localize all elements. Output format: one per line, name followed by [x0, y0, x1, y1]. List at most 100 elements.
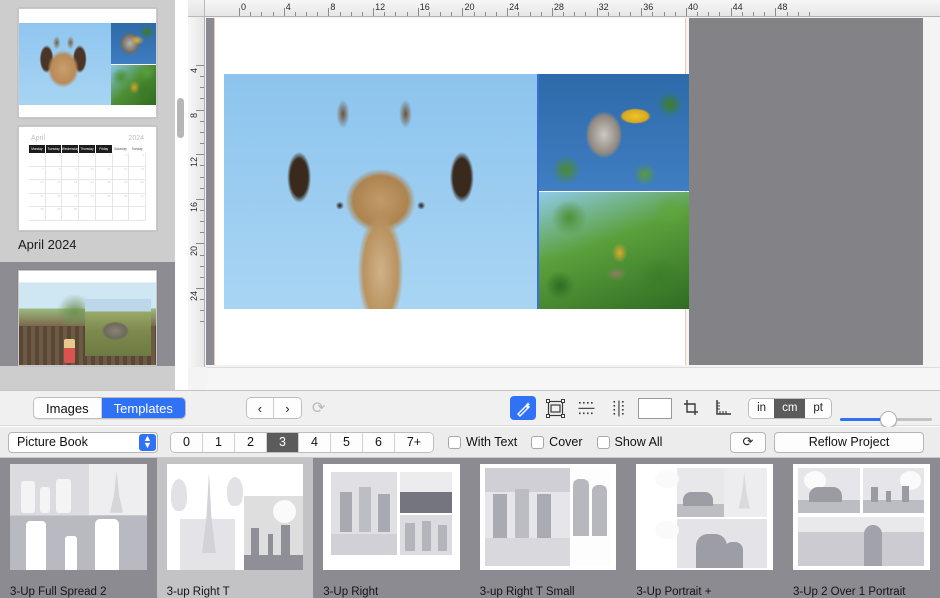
- canvas-surface[interactable]: [206, 18, 940, 366]
- with-text-checkbox[interactable]: [448, 435, 461, 449]
- crop-icon[interactable]: [678, 396, 704, 420]
- calendar-day-cell[interactable]: 11: [95, 166, 113, 181]
- calendar-day-cell[interactable]: [79, 207, 96, 221]
- count-0[interactable]: 0: [171, 432, 203, 452]
- calendar-day-cell[interactable]: 6: [129, 153, 146, 167]
- page-thumb-spread-3[interactable]: [0, 262, 175, 366]
- page-spread[interactable]: [214, 18, 695, 365]
- ruler-minor-tick: [200, 321, 204, 323]
- calendar-day-cell[interactable]: 1: [45, 153, 63, 167]
- template-item-5[interactable]: 3-Up 2 Over 1 Portrait: [783, 458, 940, 598]
- thumb-photo-hornbill: [110, 23, 156, 65]
- category-dropdown[interactable]: Picture Book ▲ ▼: [8, 431, 158, 453]
- count-6[interactable]: 6: [363, 432, 395, 452]
- editor-toolbar[interactable]: Images Templates ‹ › ⟳ in cm pt: [0, 390, 940, 438]
- photo-giraffe[interactable]: [224, 74, 537, 309]
- checkbox-cover[interactable]: Cover: [531, 435, 583, 449]
- count-2[interactable]: 2: [235, 432, 267, 452]
- calendar-day-cell[interactable]: 9: [62, 166, 80, 181]
- calendar-day-cell[interactable]: 15: [45, 180, 63, 194]
- count-1[interactable]: 1: [203, 432, 235, 452]
- calendar-day-cell[interactable]: 2: [62, 153, 80, 167]
- photo-count-filter-group[interactable]: 0 1 2 3 4 5 6 7+: [170, 431, 434, 453]
- page-thumbnail-sidebar[interactable]: April 2024 Monday Tuesday Wednesday Thur…: [0, 0, 175, 390]
- cover-checkbox[interactable]: [531, 435, 545, 449]
- zoom-slider-knob[interactable]: [880, 411, 897, 428]
- calendar-day-cell[interactable]: 23: [62, 193, 80, 208]
- prev-page-button[interactable]: ‹: [246, 398, 274, 418]
- calendar-day-cell[interactable]: 17: [79, 180, 96, 194]
- calendar-day-cell[interactable]: 24: [79, 193, 96, 208]
- unit-in[interactable]: in: [749, 398, 775, 418]
- reflow-project-button[interactable]: Reflow Project: [774, 431, 924, 453]
- calendar-day-cell[interactable]: 16: [62, 180, 80, 194]
- calendar-day-cell[interactable]: 5: [112, 153, 130, 167]
- photo-bird-in-tree[interactable]: [538, 192, 695, 309]
- calendar-day-cell[interactable]: 29: [45, 207, 63, 221]
- calendar-day-cell[interactable]: 18: [95, 180, 113, 194]
- calendar-day-cell[interactable]: 30: [62, 207, 80, 221]
- page-thumb-spread-1[interactable]: [0, 0, 175, 118]
- count-7plus[interactable]: 7+: [395, 432, 433, 452]
- calendar-day-cell[interactable]: 20: [129, 180, 146, 194]
- calendar-day-cell[interactable]: 7: [29, 166, 46, 181]
- checkbox-with-text[interactable]: With Text: [448, 435, 517, 449]
- source-tab-group[interactable]: Images Templates: [33, 397, 186, 419]
- template-item-2[interactable]: 3-Up Right: [313, 458, 470, 598]
- calendar-day-cell[interactable]: 3: [79, 153, 96, 167]
- ruler-minor-tick: [200, 276, 204, 278]
- page-thumb-calendar[interactable]: April 2024 Monday Tuesday Wednesday Thur…: [0, 118, 175, 262]
- canvas-horizontal-scrollbar[interactable]: [206, 367, 940, 390]
- calendar-day-cell[interactable]: 13: [129, 166, 146, 181]
- photo-hornbill[interactable]: [538, 74, 695, 191]
- calendar-day-cell[interactable]: 19: [112, 180, 130, 194]
- calendar-day-cell[interactable]: 10: [79, 166, 96, 181]
- calendar-day-cell[interactable]: 28: [29, 207, 46, 221]
- frame-select-icon[interactable]: [542, 396, 568, 420]
- template-item-3[interactable]: 3-up Right T Small: [470, 458, 627, 598]
- horizontal-ruler[interactable]: 0 4 8 12 16 20 24 28 32 36 40 44 48: [205, 0, 940, 17]
- unit-toggle-group[interactable]: in cm pt: [748, 397, 832, 419]
- count-3[interactable]: 3: [267, 432, 299, 452]
- calendar-day-cell[interactable]: 25: [95, 193, 113, 208]
- ruler-minor-tick: [708, 12, 710, 16]
- calendar-day-cell[interactable]: 4: [95, 153, 113, 167]
- ruler-icon[interactable]: [710, 396, 736, 420]
- chevron-updown-icon[interactable]: ▲ ▼: [139, 433, 156, 451]
- calendar-day-cell[interactable]: [129, 207, 146, 221]
- horizontal-distribute-icon[interactable]: [574, 396, 600, 420]
- template-item-0[interactable]: 3-Up Full Spread 2: [0, 458, 157, 598]
- magic-wand-icon[interactable]: [510, 396, 537, 420]
- count-5[interactable]: 5: [331, 432, 363, 452]
- calendar-day-cell[interactable]: 27: [129, 193, 146, 208]
- calendar-day-cell[interactable]: 26: [112, 193, 130, 208]
- calendar-day-cell[interactable]: [112, 207, 130, 221]
- template-item-1[interactable]: 3-up Right T: [156, 458, 314, 598]
- template-browser-strip[interactable]: 3-Up Full Spread 2 3-up Right T 3-Up Rig…: [0, 458, 940, 598]
- sidebar-scrollbar-thumb[interactable]: [177, 98, 184, 138]
- refresh-templates-button[interactable]: ⟳: [730, 431, 766, 453]
- next-page-button[interactable]: ›: [273, 398, 301, 418]
- calendar-day-cell[interactable]: [95, 207, 113, 221]
- vertical-distribute-icon[interactable]: [606, 396, 632, 420]
- vertical-ruler[interactable]: 4 8 12 16 20 24: [188, 17, 205, 367]
- template-item-4[interactable]: 3-Up Portrait +: [626, 458, 783, 598]
- canvas-editor[interactable]: 0 4 8 12 16 20 24 28 32 36 40 44 48 4 8 12 16 20 24: [188, 0, 940, 390]
- tab-templates[interactable]: Templates: [101, 398, 185, 418]
- calendar-day-cell[interactable]: 8: [45, 166, 63, 181]
- calendar-day-cell[interactable]: 21: [29, 193, 46, 208]
- tab-images[interactable]: Images: [34, 398, 102, 418]
- calendar-day-cell[interactable]: 14: [29, 180, 46, 194]
- unit-cm[interactable]: cm: [774, 398, 806, 418]
- show-all-checkbox[interactable]: [596, 435, 610, 449]
- calendar-day-cell[interactable]: 12: [112, 166, 130, 181]
- color-swatch[interactable]: [638, 397, 673, 419]
- count-4[interactable]: 4: [299, 432, 331, 452]
- page-nav-group[interactable]: ‹ ›: [245, 397, 302, 419]
- calendar-day-cell[interactable]: 22: [45, 193, 63, 208]
- unit-pt[interactable]: pt: [805, 398, 831, 418]
- template-filter-bar[interactable]: Picture Book ▲ ▼ 0 1 2 3 4 5 6 7+ With Te…: [0, 427, 940, 458]
- calendar-day-cell[interactable]: [29, 153, 46, 167]
- checkbox-show-all[interactable]: Show All: [596, 435, 662, 449]
- refresh-icon[interactable]: ⟳: [312, 398, 325, 418]
